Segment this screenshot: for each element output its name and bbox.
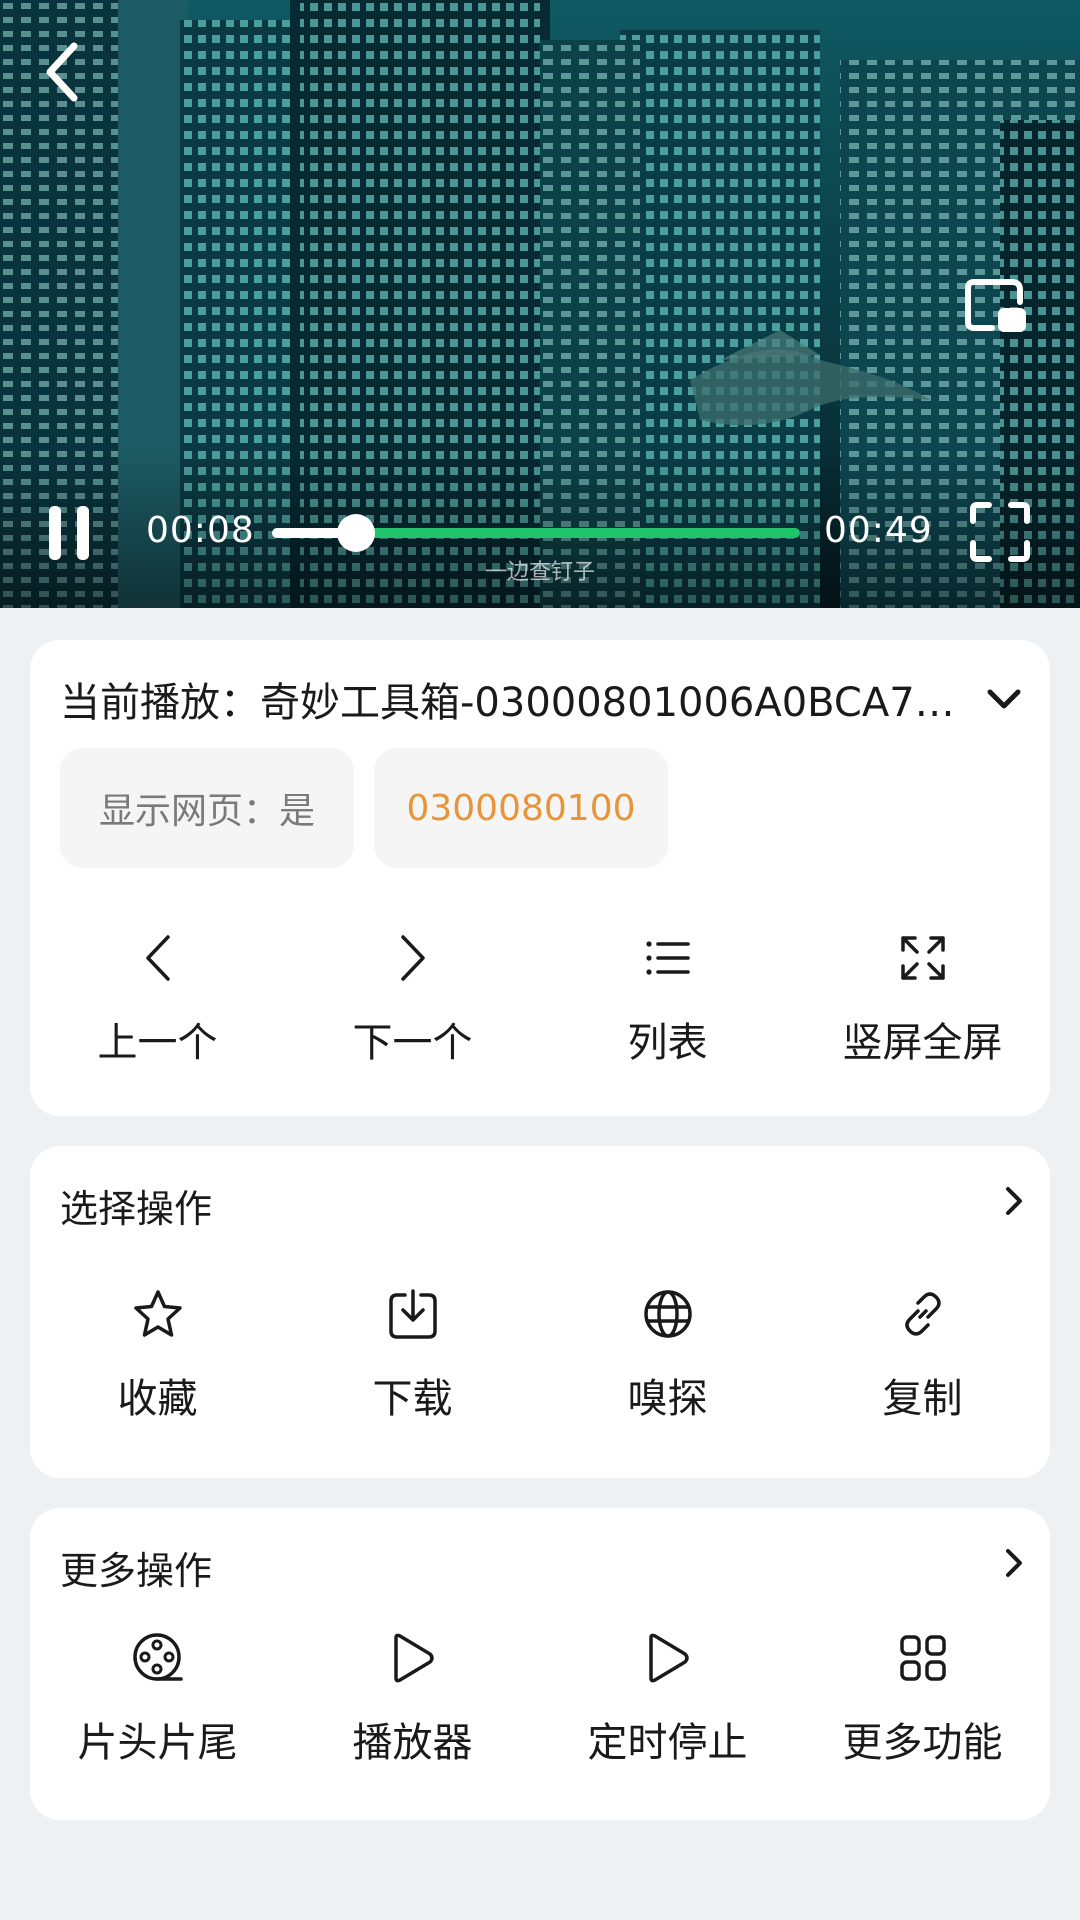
chevron-down-icon [987, 689, 1021, 709]
expand-playlist-button[interactable] [974, 670, 1034, 730]
seek-thumb[interactable] [337, 514, 376, 552]
pip-button[interactable] [958, 268, 1034, 344]
show-webpage-chip[interactable]: 显示网页：是 [60, 748, 354, 868]
film-reel-icon [132, 1633, 183, 1681]
star-icon [133, 1290, 182, 1337]
select-operations-title: 选择操作 [60, 1187, 213, 1231]
player-label: 播放器 [352, 1720, 473, 1766]
video-subtitle: 一边查钉子 [484, 560, 595, 585]
download-label: 下载 [372, 1376, 453, 1422]
more-features-button[interactable]: 更多功能 [795, 1628, 1050, 1768]
sniff-label: 嗅探 [627, 1376, 708, 1422]
intro-outro-button[interactable]: 片头片尾 [30, 1628, 285, 1768]
picture-in-picture-icon [965, 279, 1026, 332]
player-select-button[interactable]: 播放器 [285, 1628, 540, 1768]
download-button[interactable]: 下载 [285, 1284, 540, 1424]
sleep-timer-button[interactable]: 定时停止 [540, 1628, 795, 1768]
expand-icon [900, 936, 945, 980]
list-icon [645, 941, 690, 975]
link-icon [904, 1292, 941, 1336]
portrait-fullscreen-label: 竖屏全屏 [842, 1020, 1003, 1066]
grid-icon [899, 1635, 946, 1681]
more-operations-grid: 片头片尾 播放器 定时停止 更多功能 [30, 1628, 1050, 1768]
current-time: 00:08 [146, 510, 255, 551]
now-playing-card: 当前播放：奇妙工具箱-03000801006A0BCA7A2B8C9D 显示网页… [30, 640, 1050, 1116]
more-operations-title: 更多操作 [60, 1549, 213, 1593]
chevron-right-icon [1006, 1187, 1022, 1215]
play-timer-icon [648, 1633, 689, 1683]
chevron-right-icon [1006, 1549, 1022, 1577]
favorite-label: 收藏 [117, 1376, 198, 1422]
next-button[interactable]: 下一个 [285, 928, 540, 1068]
seek-bar[interactable] [272, 514, 800, 552]
playlist-label: 列表 [627, 1020, 708, 1066]
sniff-button[interactable]: 嗅探 [540, 1284, 795, 1424]
total-time: 00:49 [824, 510, 933, 551]
more-features-label: 更多功能 [842, 1720, 1003, 1766]
favorite-button[interactable]: 收藏 [30, 1284, 285, 1424]
sleep-timer-label: 定时停止 [587, 1720, 748, 1766]
select-operations-grid: 收藏 下载 嗅探 复制 [30, 1284, 1050, 1424]
episode-code-chip[interactable]: 0300080100 [374, 748, 668, 868]
back-button[interactable] [30, 30, 94, 114]
video-player[interactable]: 00:08 00:49 一边查钉子 [0, 0, 1080, 608]
download-icon [388, 1289, 437, 1339]
select-operations-card: 选择操作 收藏 下载 嗅探 复制 [30, 1146, 1050, 1478]
portrait-fullscreen-button[interactable]: 竖屏全屏 [795, 928, 1050, 1068]
more-operations-card: 更多操作 片头片尾 播放器 定时停止 更多功能 [30, 1508, 1050, 1820]
previous-label: 上一个 [97, 1020, 218, 1066]
chevron-right-icon [400, 935, 425, 981]
play-icon [393, 1633, 434, 1683]
globe-icon [643, 1290, 692, 1338]
playlist-button[interactable]: 列表 [540, 928, 795, 1068]
now-playing-title[interactable]: 当前播放：奇妙工具箱-03000801006A0BCA7A2B8C9D [60, 670, 980, 728]
playback-actions: 上一个 下一个 列表 竖屏全屏 [30, 928, 1050, 1068]
copy-label: 复制 [882, 1376, 963, 1422]
back-arrow-icon [46, 42, 78, 102]
chevron-left-icon [145, 935, 170, 981]
previous-button[interactable]: 上一个 [30, 928, 285, 1068]
more-operations-more-button[interactable] [994, 1538, 1034, 1588]
select-operations-more-button[interactable] [994, 1176, 1034, 1226]
next-label: 下一个 [352, 1020, 473, 1066]
copy-link-button[interactable]: 复制 [795, 1284, 1050, 1424]
intro-outro-label: 片头片尾 [77, 1720, 238, 1766]
